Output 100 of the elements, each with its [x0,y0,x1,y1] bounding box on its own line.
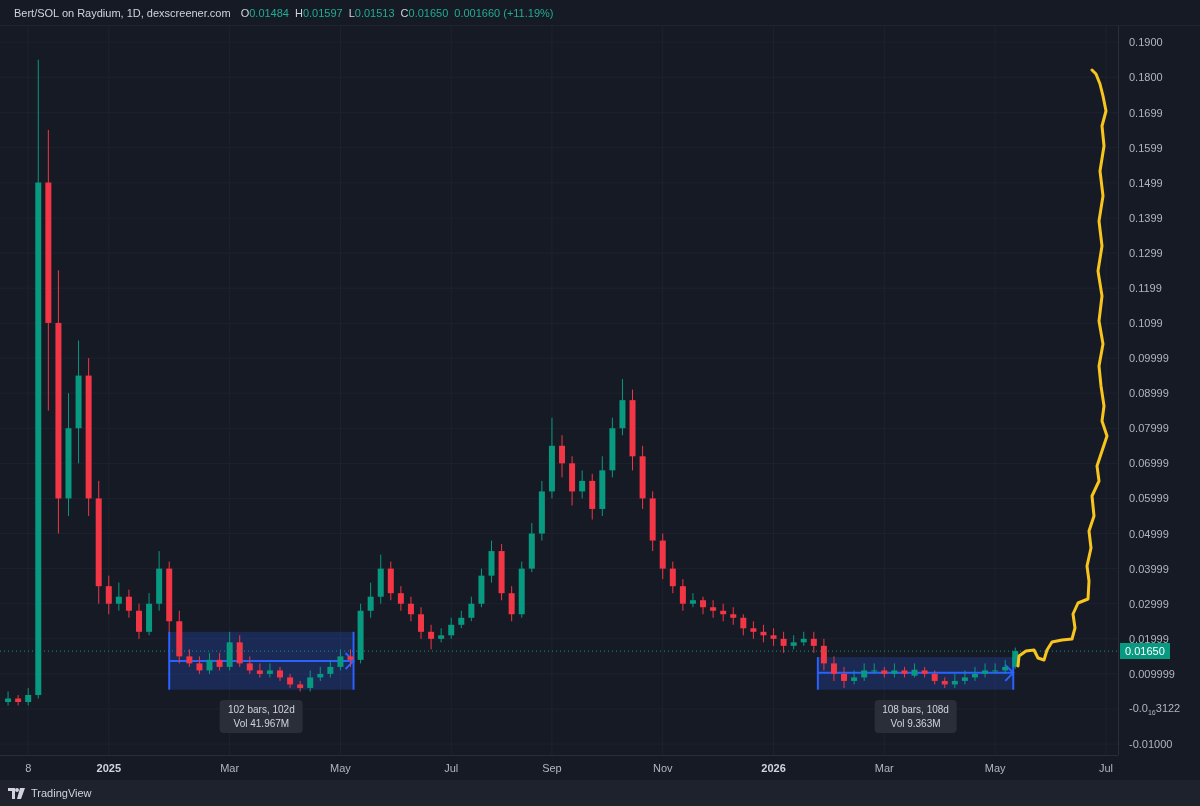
last-price-tag: 0.01650 [1120,643,1170,660]
candle [448,617,455,640]
candle [961,669,968,685]
price-label: 0.1099 [1129,317,1163,330]
candle [710,599,717,619]
price-label: -0.01000 [1129,738,1173,751]
candle [115,582,122,612]
candle [1012,647,1019,670]
candle [317,666,324,682]
candle [830,655,837,682]
candle [538,480,545,542]
date-label: May [984,762,1006,774]
candle [458,610,465,629]
ohlc-value: H0.01597 [294,6,343,19]
price-label: 0.07999 [1129,422,1169,435]
candle [418,606,424,640]
candle [25,687,32,706]
candle [337,648,344,671]
candle [649,490,656,552]
candle [810,631,817,654]
candle [287,673,294,689]
candle [307,669,314,692]
candle [186,648,193,668]
candle [125,589,132,619]
candle [659,533,666,580]
candle [619,378,626,436]
candle [679,578,686,612]
price-label: 0.06999 [1129,457,1169,470]
candle [881,666,888,678]
candle [609,417,616,478]
candle [518,561,525,619]
ohlc-value: O0.01484 [240,6,289,19]
price-label: 0.1499 [1129,176,1163,189]
date-label: Nov [652,762,673,774]
candle [105,575,112,615]
price-label: 0.09999 [1129,352,1169,365]
candle [246,655,253,675]
bars-count: 102 bars, 102d [228,703,295,715]
candle [196,655,203,675]
date-label: May [330,762,351,774]
candle [407,596,414,622]
candle [589,473,596,520]
candle [639,445,646,510]
candle [972,666,978,682]
candle [387,561,394,601]
candle [508,585,515,622]
volume-text: Vol 9.363M [890,717,941,729]
candle [820,638,827,671]
bars-count: 108 bars, 108d [882,703,949,715]
candle [256,662,263,678]
candle [740,613,747,636]
candle [397,585,404,612]
candle [770,627,777,647]
candle [236,634,243,668]
candle [951,673,958,689]
candle [428,624,435,650]
candle [841,666,848,689]
price-label: 0.1900 [1129,36,1163,49]
candle [599,455,606,517]
price-label: -0.0$_{16}$3122 [1129,701,1181,717]
candle [851,669,858,685]
candle [911,662,918,678]
candle [982,662,989,678]
candle [297,680,304,692]
candle [367,582,374,619]
candle [750,620,757,640]
candle [931,669,938,685]
price-label: 0.08999 [1129,387,1169,400]
candle [468,596,475,622]
candle [156,550,163,612]
candle [377,554,384,605]
price-change: 0.001660 (+11.19%) [454,6,554,19]
candle [206,652,213,675]
candle [992,662,999,675]
price-label: 0.1599 [1129,141,1163,154]
price-label: 0.009999 [1129,667,1175,680]
candle [357,603,364,664]
price-label: 0.1199 [1129,282,1162,295]
candle [15,694,22,706]
ohlc-value: L0.01513 [348,6,395,19]
candle [559,434,565,478]
candle [891,662,898,678]
date-label: Jul [444,762,459,774]
candle [921,666,928,678]
candle [730,606,737,626]
candle [347,648,354,668]
date-label: Sep [542,762,562,774]
candle [861,662,868,682]
price-label: 0.05999 [1129,492,1169,505]
candle [569,455,576,506]
candle [760,624,767,643]
candle [800,631,807,647]
candle [780,631,787,654]
price-label: 0.02999 [1129,597,1169,610]
price-label: 0.1299 [1129,247,1163,260]
candle [498,543,505,601]
price-label: 0.03999 [1129,562,1169,575]
candle [941,676,948,689]
candle [216,652,223,671]
date-label: Jul [1098,762,1113,774]
